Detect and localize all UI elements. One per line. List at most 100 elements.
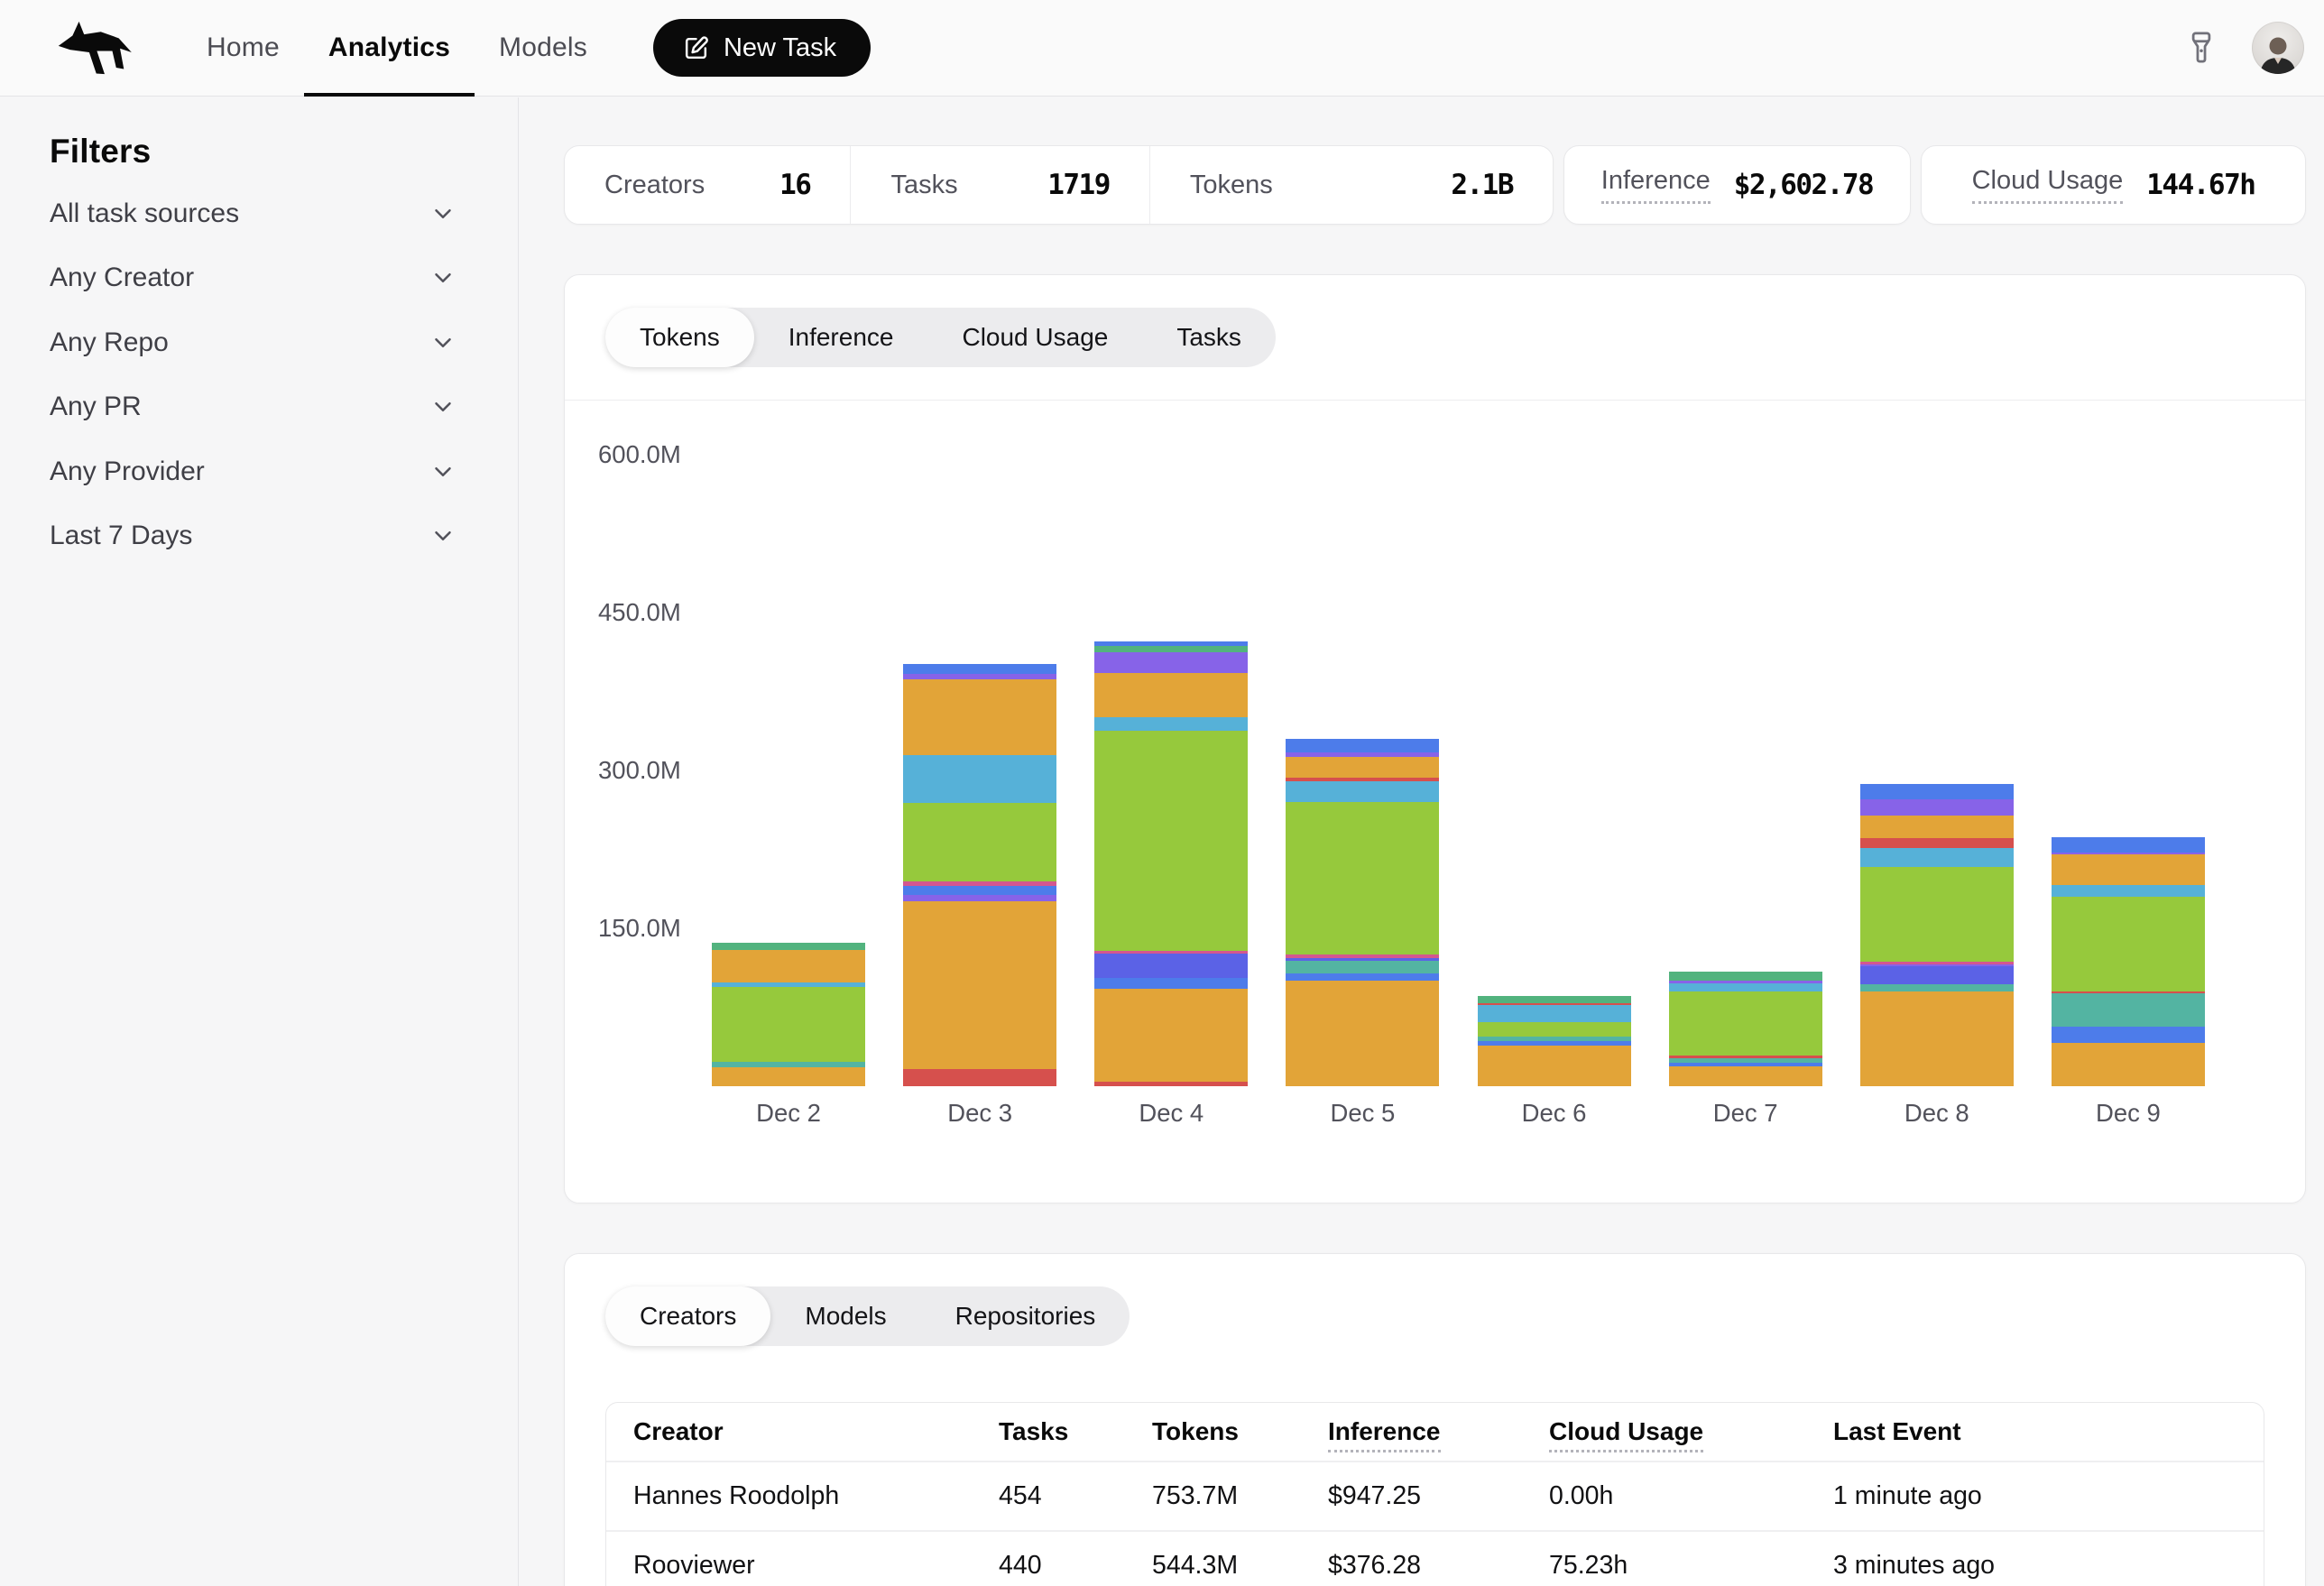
kangaroo-logo[interactable] <box>56 0 139 96</box>
user-avatar[interactable] <box>2252 22 2304 74</box>
bar-slot-dec-8 <box>1841 784 2033 1086</box>
bar-slot-dec-9 <box>2033 837 2224 1086</box>
stat-card-cloud-usage: Cloud Usage144.67h <box>1921 145 2306 225</box>
bar-segment-green[interactable] <box>1478 996 1631 1003</box>
tab-tasks[interactable]: Tasks <box>1142 308 1276 367</box>
bar-dec-7[interactable] <box>1669 972 1822 1086</box>
bar-segment-green[interactable] <box>712 943 865 950</box>
bar-segment-sky[interactable] <box>2052 885 2205 897</box>
tab-cloud-usage[interactable]: Cloud Usage <box>927 308 1142 367</box>
bar-segment-lime[interactable] <box>2052 897 2205 991</box>
filter-label: Any Repo <box>50 327 169 358</box>
bar-segment-royal[interactable] <box>1860 784 2014 798</box>
bar-segment-royal[interactable] <box>2052 1027 2205 1044</box>
bar-segment-indigo[interactable] <box>1094 954 1248 978</box>
bar-dec-5[interactable] <box>1286 739 1439 1086</box>
tab-repositories[interactable]: Repositories <box>921 1286 1130 1346</box>
bar-segment-lime[interactable] <box>903 803 1056 881</box>
bar-segment-royal[interactable] <box>2052 837 2205 853</box>
bar-segment-orange[interactable] <box>1094 673 1248 717</box>
bar-segment-lime[interactable] <box>1860 867 2014 962</box>
filter-dropdown-any-repo[interactable]: Any Repo <box>50 310 456 375</box>
bar-dec-4[interactable] <box>1094 641 1248 1086</box>
bar-segment-sky[interactable] <box>1860 848 2014 867</box>
bar-segment-royal[interactable] <box>1286 973 1439 981</box>
tab-inference[interactable]: Inference <box>754 308 928 367</box>
bar-segment-orange[interactable] <box>903 679 1056 755</box>
bar-segment-orange[interactable] <box>1094 989 1248 1083</box>
tab-creators[interactable]: Creators <box>605 1286 770 1346</box>
bar-segment-orange[interactable] <box>2052 1043 2205 1086</box>
bar-segment-lime[interactable] <box>712 987 865 1062</box>
chart-bars <box>693 411 2224 1086</box>
table-body: Hannes Roodolph454753.7M$947.250.00h1 mi… <box>606 1461 2264 1586</box>
bar-segment-sky[interactable] <box>1094 717 1248 731</box>
bar-segment-orange[interactable] <box>2052 854 2205 885</box>
new-task-button[interactable]: New Task <box>653 19 871 77</box>
bar-segment-royal[interactable] <box>903 664 1056 675</box>
bar-segment-orange[interactable] <box>1860 991 2014 1086</box>
bar-dec-8[interactable] <box>1860 784 2014 1086</box>
bar-dec-3[interactable] <box>903 664 1056 1086</box>
bar-segment-red[interactable] <box>903 1069 1056 1086</box>
tab-models[interactable]: Models <box>770 1286 920 1346</box>
stat-card-creators: Creators16Tasks1719Tokens2.1B <box>564 145 1554 225</box>
table-row-rooviewer[interactable]: Rooviewer440544.3M$376.2875.23h3 minutes… <box>606 1530 2264 1586</box>
bar-segment-lime[interactable] <box>1094 731 1248 951</box>
x-axis-label-dec-8: Dec 8 <box>1841 1099 2033 1128</box>
nav-item-home[interactable]: Home <box>182 0 304 96</box>
tab-tokens[interactable]: Tokens <box>605 308 754 367</box>
bar-segment-lime[interactable] <box>1286 802 1439 954</box>
bar-segment-orange[interactable] <box>903 901 1056 1070</box>
bar-segment-teal[interactable] <box>2052 993 2205 1026</box>
filter-label: Any Provider <box>50 456 205 487</box>
filter-dropdown-any-provider[interactable]: Any Provider <box>50 439 456 504</box>
column-header-label: Creator <box>633 1417 724 1445</box>
bar-segment-red[interactable] <box>1860 838 2014 849</box>
bar-segment-orange[interactable] <box>1669 1066 1822 1086</box>
bar-segment-sky[interactable] <box>1478 1005 1631 1022</box>
stat-label-inference[interactable]: Inference <box>1601 166 1711 204</box>
bar-segment-teal[interactable] <box>1286 961 1439 973</box>
bar-segment-orange[interactable] <box>1286 757 1439 778</box>
bar-segment-indigo[interactable] <box>1860 966 2014 984</box>
chevron-down-icon <box>429 393 456 420</box>
bar-segment-sky[interactable] <box>903 755 1056 804</box>
bar-segment-purple[interactable] <box>1094 652 1248 672</box>
table-header-row: CreatorTasksTokensInferenceCloud UsageLa… <box>606 1403 2264 1461</box>
bar-segment-orange[interactable] <box>712 1067 865 1086</box>
bar-segment-royal[interactable] <box>1094 978 1248 989</box>
bar-dec-6[interactable] <box>1478 996 1631 1086</box>
bar-segment-orange[interactable] <box>1478 1046 1631 1087</box>
bar-segment-teal[interactable] <box>1860 984 2014 991</box>
nav-item-models[interactable]: Models <box>475 0 612 96</box>
bar-segment-green[interactable] <box>1094 646 1248 652</box>
column-header-label[interactable]: Inference <box>1328 1417 1441 1452</box>
bar-segment-lime[interactable] <box>1478 1022 1631 1037</box>
topbar-right <box>2178 0 2324 96</box>
filter-dropdown-any-creator[interactable]: Any Creator <box>50 246 456 311</box>
bar-segment-green[interactable] <box>1669 972 1822 982</box>
column-header-label[interactable]: Cloud Usage <box>1549 1417 1703 1452</box>
bar-dec-2[interactable] <box>712 943 865 1086</box>
filter-dropdown-all-task-sources[interactable]: All task sources <box>50 181 456 246</box>
bar-dec-9[interactable] <box>2052 837 2205 1086</box>
nav-item-analytics[interactable]: Analytics <box>304 0 475 96</box>
bar-segment-purple[interactable] <box>903 895 1056 901</box>
bar-segment-royal[interactable] <box>903 886 1056 894</box>
flashlight-button[interactable] <box>2178 23 2225 72</box>
table-row-hannes-roodolph[interactable]: Hannes Roodolph454753.7M$947.250.00h1 mi… <box>606 1461 2264 1530</box>
bar-segment-orange[interactable] <box>1860 816 2014 838</box>
bar-segment-royal[interactable] <box>1286 739 1439 752</box>
filter-dropdown-any-pr[interactable]: Any PR <box>50 375 456 440</box>
filter-dropdown-last-7-days[interactable]: Last 7 Days <box>50 504 456 569</box>
stat-label-cloud-usage[interactable]: Cloud Usage <box>1972 166 2124 204</box>
bar-segment-sky[interactable] <box>1286 781 1439 802</box>
bar-segment-sky[interactable] <box>1669 983 1822 991</box>
bar-segment-lime[interactable] <box>1669 991 1822 1056</box>
bar-segment-orange[interactable] <box>1286 981 1439 1086</box>
bar-segment-orange[interactable] <box>712 950 865 982</box>
bar-segment-purple[interactable] <box>1860 799 2014 816</box>
filters-title: Filters <box>50 133 456 171</box>
bar-segment-red[interactable] <box>1094 1082 1248 1086</box>
